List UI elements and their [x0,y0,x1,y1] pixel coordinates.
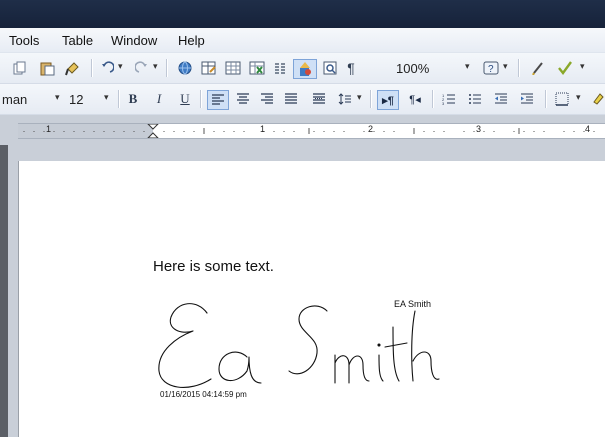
font-size-dropdown-icon[interactable]: ▾ [104,92,109,103]
format-painter-icon[interactable] [64,59,82,77]
ruler-number: 1 [46,124,52,134]
document-workspace: Here is some text. EA Smith 01/16/2015 0… [0,145,605,437]
ruler-number: 4 [585,124,591,134]
standard-toolbar: ▾ ▾ ¶ 100% ▾ ? ▾ ▾ [0,53,605,84]
signature-timestamp: 01/16/2015 04:14:59 pm [160,390,247,399]
columns-icon[interactable] [272,59,288,77]
rtl-paragraph-icon[interactable]: ¶◂ [407,90,423,108]
document-page[interactable]: Here is some text. EA Smith 01/16/2015 0… [18,161,605,437]
copy-icon[interactable] [12,59,28,77]
redo-icon[interactable] [135,59,149,77]
zoom-box[interactable]: 100% [396,59,429,77]
tables-borders-icon[interactable] [200,59,218,77]
insert-table-icon[interactable] [224,59,242,77]
bullets-icon[interactable] [467,90,483,108]
show-hide-icon[interactable]: ¶ [344,59,358,77]
svg-text:3: 3 [442,101,445,105]
help-dropdown-icon[interactable]: ▾ [503,61,508,72]
borders-icon[interactable] [554,90,570,108]
paste-icon[interactable] [38,59,56,77]
menu-tools[interactable]: Tools [9,33,39,48]
zoom-dropdown-icon[interactable]: ▾ [465,61,470,72]
toolbar-separator [91,59,93,77]
toolbar-separator [518,59,520,77]
ruler-ticks [23,124,595,138]
ruler-number: 1 [260,124,266,134]
toolbar-separator [200,90,202,108]
toolbar-separator [118,90,120,108]
numbering-icon[interactable]: 123 [441,90,457,108]
menu-table[interactable]: Table [62,33,93,48]
document-body-text[interactable]: Here is some text. [153,258,274,275]
formatting-toolbar: man ▾ 12 ▾ B I U ▾ ▸¶ ¶◂ 123 ▾ [0,84,605,115]
justify-icon[interactable] [283,90,299,108]
insert-excel-icon[interactable] [248,59,266,77]
horizontal-ruler[interactable]: 1 1 2 3 4 [18,123,605,139]
line-spacing-dropdown-icon[interactable]: ▾ [357,92,362,103]
ruler-number: 2 [368,124,374,134]
menu-window[interactable]: Window [111,33,157,48]
drawing-icon[interactable] [293,59,317,79]
checkmark-icon[interactable] [556,59,574,77]
window-titlebar [0,0,605,28]
font-name-box[interactable]: man [2,90,27,108]
underline-button[interactable]: U [178,90,192,108]
font-name-dropdown-icon[interactable]: ▾ [55,92,60,103]
decrease-indent-icon[interactable] [493,90,509,108]
distributed-icon[interactable] [311,90,327,108]
font-size-box[interactable]: 12 [69,90,83,108]
document-map-icon[interactable] [322,59,338,77]
align-center-icon[interactable] [235,90,251,108]
bold-button[interactable]: B [126,90,140,108]
redo-dropdown-icon[interactable]: ▾ [153,61,158,72]
hyperlink-icon[interactable] [176,59,194,77]
align-left-icon[interactable] [207,90,229,110]
ruler-bar: 1 1 2 3 4 [0,115,605,145]
undo-dropdown-icon[interactable]: ▾ [118,61,123,72]
italic-button[interactable]: I [152,90,166,108]
left-edge-bar [0,145,8,437]
ltr-paragraph-icon[interactable]: ▸¶ [377,90,399,110]
increase-indent-icon[interactable] [519,90,535,108]
svg-text:?: ? [488,64,494,75]
ruler-number: 3 [476,124,482,134]
toolbar-separator [432,90,434,108]
menu-bar: Tools Table Window Help [0,28,605,53]
line-spacing-icon[interactable] [337,90,353,108]
borders-dropdown-icon[interactable]: ▾ [576,92,581,103]
checkmark-dropdown-icon[interactable]: ▾ [580,61,585,72]
menu-help[interactable]: Help [178,33,205,48]
align-right-icon[interactable] [259,90,275,108]
highlight-icon[interactable] [591,90,605,108]
help-icon[interactable]: ? [482,59,500,77]
toolbar-separator [545,90,547,108]
toolbar-separator [166,59,168,77]
pen-icon[interactable] [530,59,546,77]
handwritten-signature [158,303,440,388]
undo-icon[interactable] [100,59,114,77]
toolbar-separator [370,90,372,108]
